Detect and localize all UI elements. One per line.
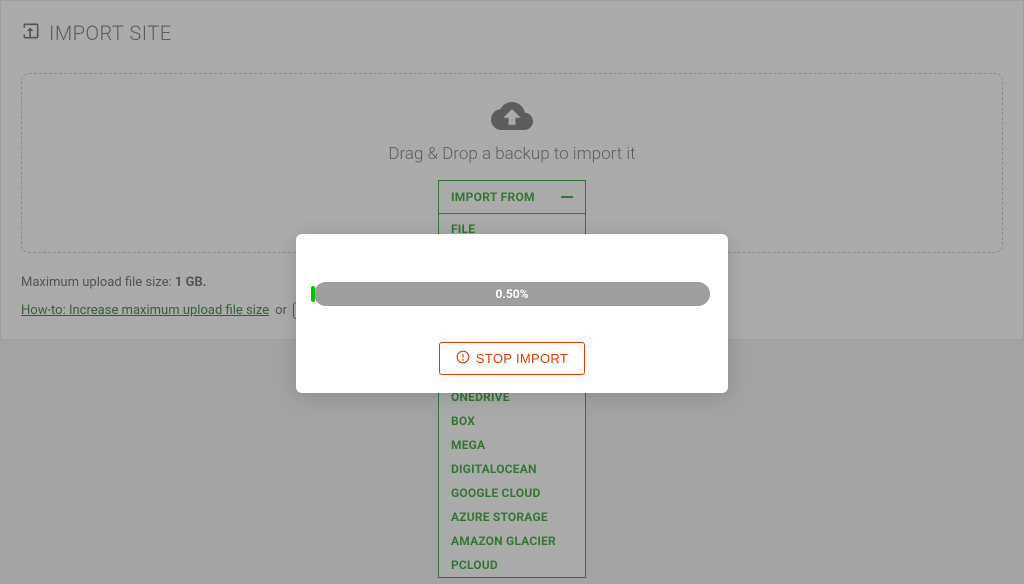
- progress-percent: 0.50%: [314, 282, 710, 306]
- stop-import-label: STOP IMPORT: [476, 351, 568, 366]
- modal-overlay: 0.50% STOP IMPORT: [0, 0, 1024, 584]
- import-progress-modal: 0.50% STOP IMPORT: [296, 234, 728, 393]
- progress-bar: 0.50%: [314, 282, 710, 306]
- stop-import-button[interactable]: STOP IMPORT: [439, 342, 585, 375]
- stop-icon: [456, 350, 470, 367]
